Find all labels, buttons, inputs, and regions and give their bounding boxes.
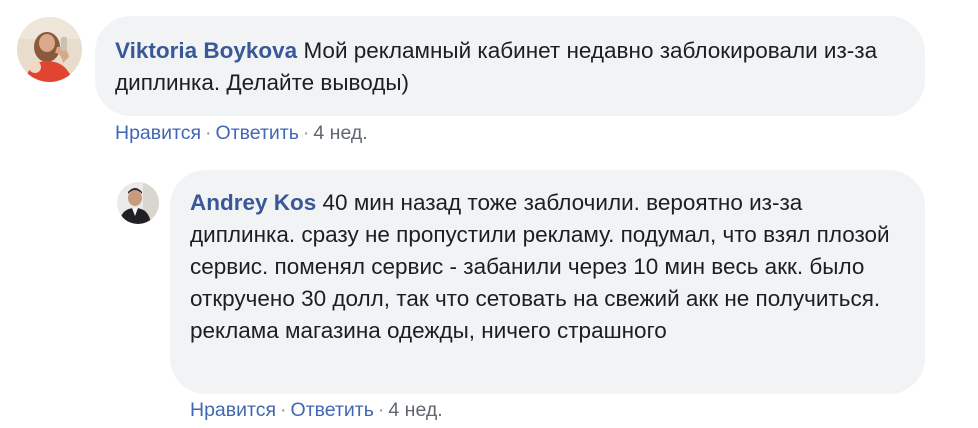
separator: · xyxy=(377,399,385,421)
comment-actions: Нравится · Ответить · 4 нед. xyxy=(190,398,443,422)
comment-timestamp[interactable]: 4 нед. xyxy=(388,399,442,421)
avatar[interactable] xyxy=(117,182,159,224)
reply-link[interactable]: Ответить xyxy=(216,122,299,144)
separator: · xyxy=(302,122,310,144)
profile-photo-icon xyxy=(17,17,82,82)
comment-author[interactable]: Viktoria Boykova xyxy=(115,38,297,63)
comment-actions: Нравится · Ответить · 4 нед. xyxy=(115,121,368,145)
comment-bubble: Viktoria Boykova Мой рекламный кабинет н… xyxy=(95,16,925,116)
avatar[interactable] xyxy=(17,17,82,82)
like-link[interactable]: Нравится xyxy=(115,122,201,144)
comment-timestamp[interactable]: 4 нед. xyxy=(313,122,367,144)
separator: · xyxy=(205,122,212,144)
comment-bubble: Andrey Kos 40 мин назад тоже заблочили. … xyxy=(170,170,925,394)
comment-author[interactable]: Andrey Kos xyxy=(190,190,316,215)
like-link[interactable]: Нравится xyxy=(190,399,276,421)
reply-link[interactable]: Ответить xyxy=(291,399,374,421)
separator: · xyxy=(280,399,287,421)
profile-photo-icon xyxy=(117,182,159,224)
